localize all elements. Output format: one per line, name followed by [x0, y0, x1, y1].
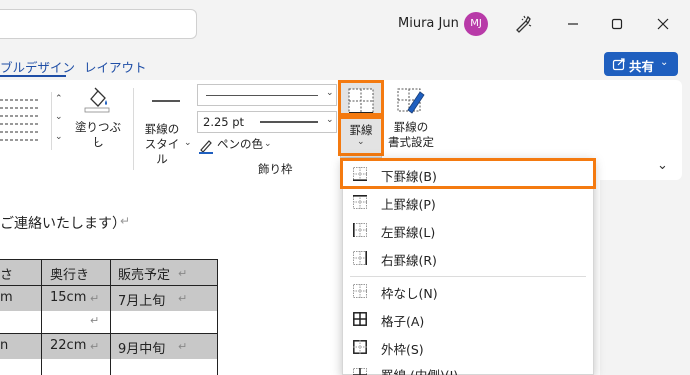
- document-body-text: ご連絡いたします）: [0, 216, 126, 232]
- no-border-icon: [353, 284, 367, 298]
- table-header-cell: さ: [0, 268, 14, 283]
- border-painter-label-2: 書式設定: [388, 135, 434, 149]
- border-painter-icon: [397, 88, 425, 114]
- table-header-cell: 奥行き: [50, 268, 90, 283]
- pen-weight-value: 2.25 pt: [203, 115, 245, 129]
- menu-item-left-border[interactable]: 左罫線(L): [343, 216, 593, 244]
- search-box[interactable]: [0, 9, 197, 39]
- left-border-icon: [353, 223, 367, 237]
- chevron-down-icon: ⌄: [264, 139, 272, 149]
- chevron-down-icon: ⌄: [326, 88, 334, 98]
- chevron-down-icon: ⌄: [660, 57, 669, 68]
- cell-end-mark: ↵: [90, 340, 100, 353]
- cell-end-mark: ↵: [178, 267, 188, 280]
- pen-style-sample: [206, 95, 318, 96]
- pen-style-dropdown[interactable]: ⌄: [197, 84, 337, 106]
- borders-label-highlight: 罫線 ⌄: [338, 116, 384, 156]
- group-label-borders: 飾り枠: [258, 162, 293, 176]
- paint-bucket-icon: [84, 87, 110, 113]
- designer-pen-icon[interactable]: [512, 13, 534, 35]
- share-button[interactable]: 共有 ⌄: [604, 52, 678, 76]
- menu-item-no-border[interactable]: 枠なし(N): [343, 277, 593, 305]
- user-name[interactable]: Miura Jun: [398, 16, 459, 31]
- top-border-icon: [353, 195, 367, 209]
- pen-weight-dropdown[interactable]: 2.25 pt ⌄: [197, 111, 337, 133]
- menu-item-label: 格子(A): [381, 314, 425, 329]
- tab-layout[interactable]: レイアウト: [84, 57, 147, 76]
- collapse-ribbon-icon[interactable]: ⌄: [657, 158, 668, 173]
- group-separator: [133, 88, 134, 170]
- document-table[interactable]: さ 奥行き 販売予定 m 15cm 7月上旬 n 22cm 9月中旬 ↵ ↵ ↵…: [0, 259, 218, 375]
- tab-table-design[interactable]: ブルデザイン: [0, 57, 75, 76]
- chevron-down-icon: ⌄: [184, 138, 192, 148]
- paragraph-mark: ↵: [120, 214, 131, 228]
- cell-end-mark: ↵: [90, 314, 100, 327]
- cell-end-mark: ↵: [178, 292, 188, 305]
- menu-item-label: 上罫線(P): [381, 197, 436, 212]
- border-styles-label-1: 罫線の: [144, 122, 180, 136]
- all-borders-icon: [353, 312, 367, 326]
- menu-item-label: 右罫線(R): [381, 253, 437, 268]
- right-border-icon: [353, 251, 367, 265]
- menu-item-label: 枠なし(N): [381, 286, 438, 301]
- outside-borders-icon: [353, 340, 367, 354]
- shading-button[interactable]: 塗りつぶし ⌄: [73, 86, 123, 150]
- gallery-scroll[interactable]: ⌃ ⌄ ⌄: [51, 92, 66, 150]
- pen-color-button[interactable]: ペンの色 ⌄: [198, 137, 278, 155]
- share-label: 共有: [629, 59, 655, 74]
- bottom-border-highlight: [340, 158, 596, 189]
- menu-item-label: 外枠(S): [381, 342, 424, 357]
- menu-item-label: 左罫線(L): [381, 225, 436, 240]
- avatar[interactable]: MJ: [464, 12, 488, 36]
- inside-borders-icon: [353, 368, 367, 375]
- table-cell: 9月中旬: [118, 342, 166, 357]
- table-cell: 7月上旬: [118, 294, 166, 309]
- border-painter-label-1: 罫線の: [393, 120, 429, 134]
- table-header-cell: 販売予定: [118, 268, 171, 283]
- border-painter-button[interactable]: 罫線の 書式設定: [384, 86, 438, 156]
- maximize-button[interactable]: [605, 12, 629, 36]
- chevron-down-icon: ⌄: [326, 115, 334, 125]
- menu-item-top-border[interactable]: 上罫線(P): [343, 188, 593, 216]
- chevron-down-icon: ⌄: [93, 136, 101, 146]
- table-styles-gallery[interactable]: [0, 92, 50, 150]
- pen-icon: [199, 140, 213, 154]
- chevron-down-icon: ⌄: [357, 137, 365, 147]
- border-styles-label-2: スタイル: [144, 137, 180, 166]
- border-styles-button[interactable]: 罫線の スタイル ⌄: [140, 90, 196, 166]
- pen-color-label: ペンの色: [217, 137, 263, 151]
- cell-end-mark: ↵: [90, 292, 100, 305]
- close-button[interactable]: [651, 12, 675, 36]
- menu-item-right-border[interactable]: 右罫線(R): [343, 244, 593, 272]
- table-cell: m: [0, 290, 13, 305]
- share-icon: [612, 58, 625, 71]
- menu-item-label: 罫線 (内側)(I): [381, 365, 458, 375]
- border-line-sample: [152, 100, 180, 102]
- minimize-button[interactable]: [561, 12, 585, 36]
- borders-button-label: 罫線: [349, 123, 373, 137]
- borders-icon-highlight: [338, 80, 384, 116]
- menu-item-outside-borders[interactable]: 外枠(S): [343, 333, 593, 361]
- pen-weight-sample: [260, 121, 318, 123]
- menu-item-all-borders[interactable]: 格子(A): [343, 305, 593, 333]
- active-tab-indicator: [0, 75, 66, 77]
- table-cell: 15cm: [50, 290, 87, 305]
- cell-end-mark: ↵: [178, 340, 188, 353]
- menu-item-inside-borders[interactable]: 罫線 (内側)(I): [343, 361, 593, 375]
- table-cell: 22cm: [50, 338, 87, 353]
- table-cell: n: [0, 338, 9, 353]
